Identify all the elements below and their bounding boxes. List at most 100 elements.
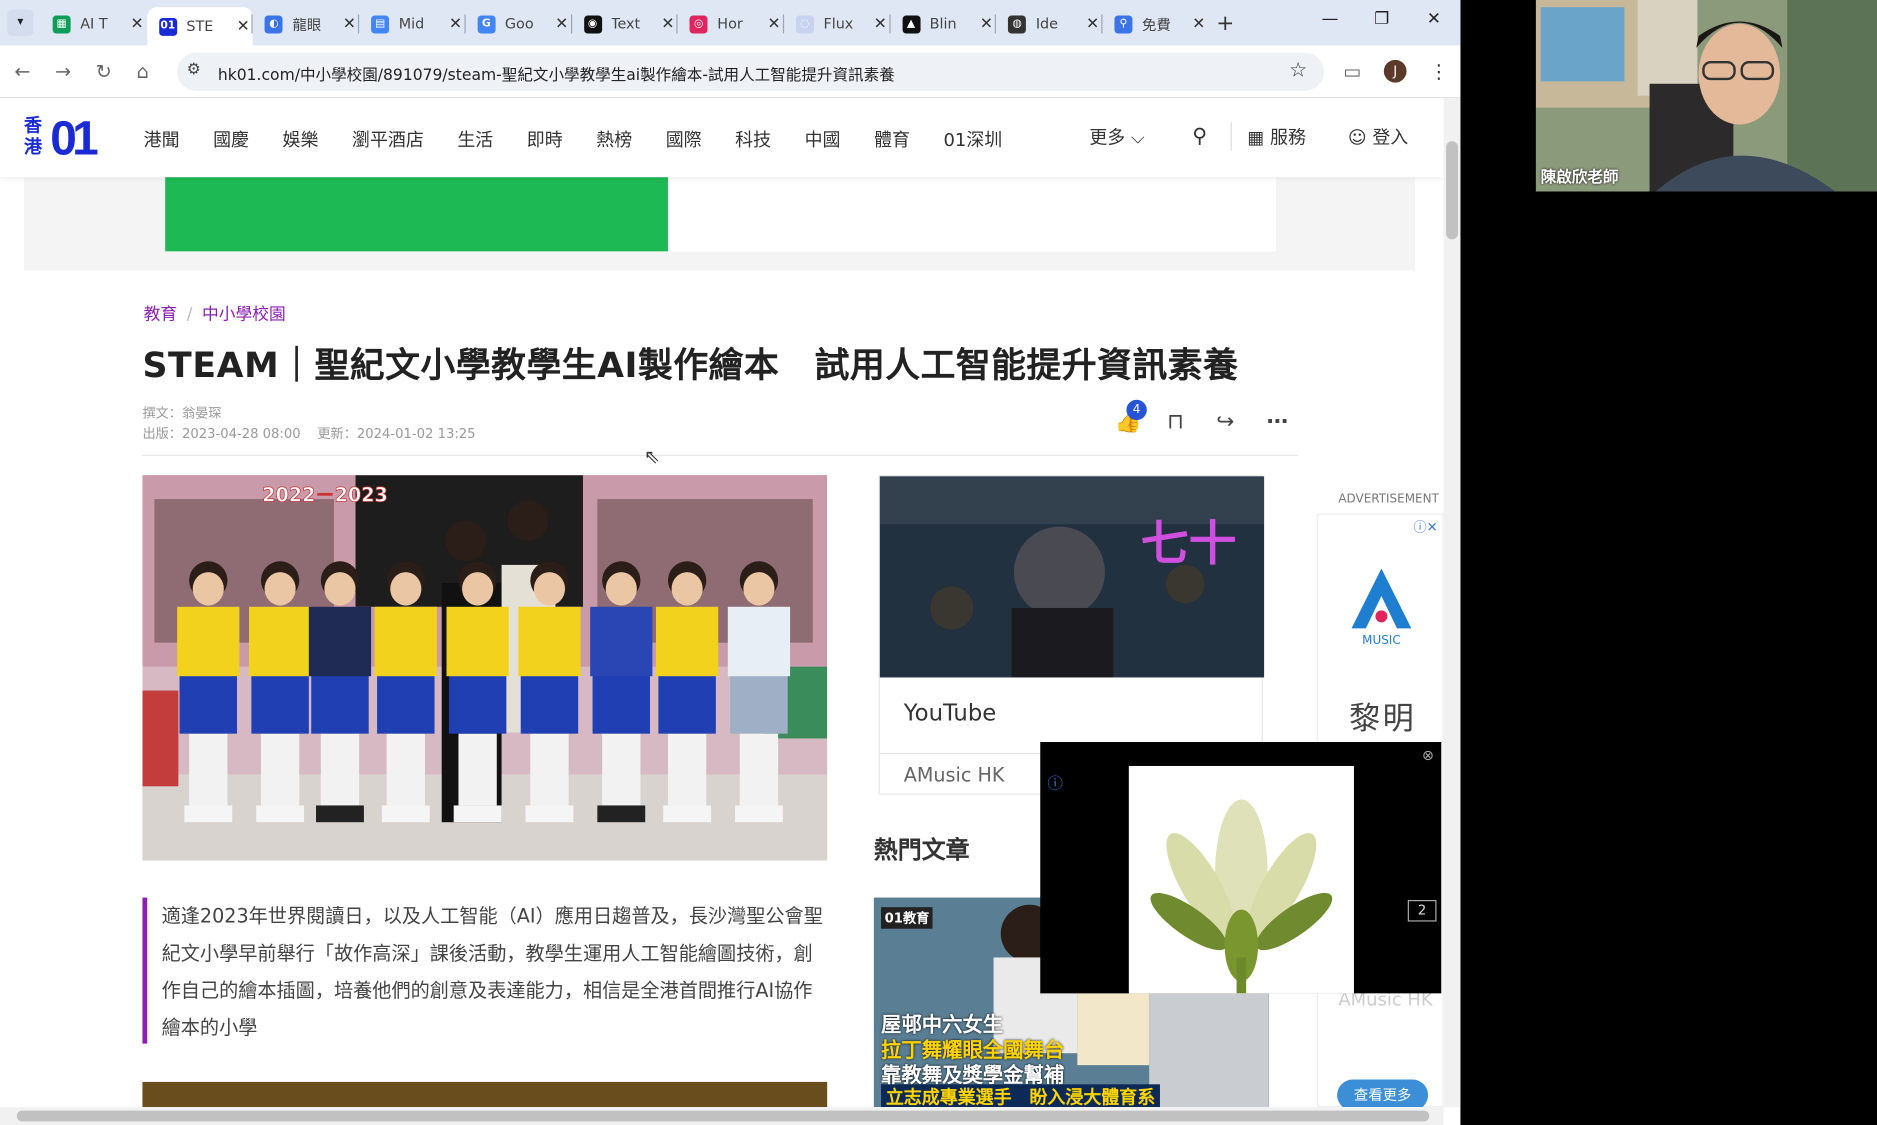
nav-item[interactable]: 科技 (735, 127, 771, 152)
site-info-icon[interactable]: ⚙ (187, 61, 201, 79)
tab-label: 免費 (1142, 16, 1171, 33)
tab-separator (676, 14, 678, 34)
browser-tab[interactable]: ▤ Mid ✕ (359, 7, 464, 41)
url-text[interactable]: hk01.com/中小學校園/891079/steam-聖紀文小學教學生ai製作… (218, 62, 895, 85)
view-more-button[interactable]: 查看更多 (1337, 1079, 1429, 1108)
tab-close-icon[interactable]: ✕ (874, 15, 887, 33)
nav-item[interactable]: 國際 (666, 127, 702, 152)
horizontal-scroll-thumb[interactable] (16, 1110, 1430, 1122)
ad-brand-text: MUSIC (1362, 633, 1401, 646)
tab-close-icon[interactable]: ✕ (130, 15, 143, 33)
nav-item[interactable]: 01深圳 (943, 127, 1002, 152)
ad-counter: 2 (1407, 900, 1437, 922)
webcam-feed (1535, 0, 1877, 192)
tab-close-icon[interactable]: ✕ (449, 15, 462, 33)
tab-close-icon[interactable]: ✕ (237, 17, 250, 35)
web-page: 香港 01 港聞 國慶 娛樂 瀏平酒店 生活 即時 熱榜 國際 科技 中國 體育 01深圳 更多 ⌵ … (0, 98, 1444, 1108)
hot-articles-title: 熱門文章 (873, 835, 970, 865)
login-link[interactable]: ☺ 登入 (1348, 124, 1408, 149)
nav-item[interactable]: 生活 (457, 127, 493, 152)
back-icon[interactable]: ← (14, 60, 30, 83)
hk01-logo[interactable]: 香港 01 (24, 113, 115, 166)
tab-close-icon[interactable]: ✕ (1192, 15, 1205, 33)
tab-close-icon[interactable]: ✕ (661, 15, 674, 33)
nav-item[interactable]: 瀏平酒店 (352, 127, 424, 152)
services-label: 服務 (1270, 126, 1306, 149)
nav-item[interactable]: 熱榜 (596, 127, 632, 152)
info-icon[interactable]: ⓘ (1047, 771, 1063, 794)
services-menu[interactable]: ▦ 服務 (1247, 124, 1306, 149)
swirl-icon: ◐ (265, 14, 283, 33)
tab-close-icon[interactable]: ✕ (1086, 15, 1099, 33)
tab-separator (995, 14, 997, 34)
menu-kebab-icon[interactable]: ⋮ (1429, 60, 1448, 83)
bookmark-icon[interactable]: ⊓ (1167, 409, 1184, 434)
tt-logo-text: 七十 (1141, 517, 1237, 572)
nav-item[interactable]: 即時 (527, 127, 563, 152)
youtube-ad-image: 七十 (879, 476, 1265, 678)
breadcrumb-education[interactable]: 教育 (144, 305, 178, 324)
browser-tab[interactable]: ◌ Flux ✕ (784, 7, 889, 41)
forward-icon[interactable]: → (55, 60, 71, 83)
more-options-icon[interactable]: ⋯ (1267, 409, 1289, 434)
breadcrumb-schools[interactable]: 中小學校園 (202, 305, 286, 324)
triangle-icon: ▲ (902, 14, 921, 33)
header-divider (142, 454, 1298, 456)
nav-item[interactable]: 國慶 (213, 127, 249, 152)
browser-window: ▾ ▦ AI T ✕ 01 STE ✕ ◐ 龍眼 ✕ ▤ Mid ✕ G Goo ✕ ◉ Text ✕ ◎ Hor ✕ ◌… (0, 0, 1461, 1125)
tab-close-icon[interactable]: ✕ (343, 15, 356, 33)
tab-strip: ▾ ▦ AI T ✕ 01 STE ✕ ◐ 龍眼 ✕ ▤ Mid ✕ G Goo ✕ ◉ Text ✕ ◎ Hor ✕ ◌… (0, 0, 1461, 46)
bookmark-star-icon[interactable]: ☆ (1289, 59, 1307, 83)
nav-item[interactable]: 中國 (805, 127, 841, 152)
hot-article-tag: 01教育 (881, 907, 933, 929)
reload-icon[interactable]: ↻ (96, 60, 112, 83)
ad-choices-icon[interactable]: ⓘ✕ (1413, 517, 1437, 536)
tab-close-icon[interactable]: ✕ (555, 15, 568, 33)
floating-video-ad[interactable]: ⓘ ⊗ 2 (1040, 742, 1442, 994)
browser-tab[interactable]: ⚲ 免費 ✕ (1103, 7, 1208, 41)
grid-icon: ▦ (1247, 126, 1265, 149)
tab-close-icon[interactable]: ✕ (980, 15, 993, 33)
mouse-cursor-icon: ⇖ (644, 445, 661, 468)
docs-icon: ▤ (371, 14, 390, 33)
new-tab-button[interactable]: + (1216, 11, 1234, 36)
vertical-scrollbar[interactable] (1443, 98, 1461, 1108)
tab-search-button[interactable]: ▾ (7, 9, 34, 36)
browser-tab[interactable]: ◉ Text ✕ (572, 7, 677, 41)
close-window-icon[interactable]: ✕ (1427, 10, 1441, 29)
profile-avatar[interactable]: J (1383, 59, 1407, 83)
search-icon[interactable]: ⚲ (1192, 124, 1207, 148)
browser-tab[interactable]: G Goo ✕ (465, 7, 570, 41)
browser-tab[interactable]: ◍ Ide ✕ (996, 7, 1101, 41)
discord-icon: ◉ (583, 14, 602, 33)
tab-close-icon[interactable]: ✕ (768, 15, 781, 33)
nav-item[interactable]: 娛樂 (283, 127, 319, 152)
browser-tab[interactable]: ◐ 龍眼 ✕ (253, 7, 358, 41)
top-ad-banner[interactable] (165, 177, 668, 252)
article-photo[interactable]: 2022－2023 (142, 475, 828, 861)
browser-tab[interactable]: ▲ Blin ✕ (890, 7, 995, 41)
nav-item[interactable]: 體育 (874, 127, 910, 152)
share-icon[interactable]: ↪ (1216, 409, 1234, 434)
vertical-scroll-thumb[interactable] (1446, 141, 1459, 240)
gallery-preview[interactable] (142, 1081, 828, 1108)
address-bar[interactable]: ⚙ hk01.com/中小學校園/891079/steam-聖紀文小學教學生ai… (177, 52, 1324, 91)
close-ad-icon[interactable]: ⊗ (1422, 747, 1434, 764)
logo-01-text: 01 (50, 112, 98, 166)
youtube-ad-channel: AMusic HK (903, 763, 1005, 787)
browser-tab[interactable]: ◎ Hor ✕ (678, 7, 783, 41)
more-menu[interactable]: 更多 ⌵ (1089, 124, 1144, 149)
cast-icon[interactable]: ▭ (1343, 60, 1361, 83)
minimize-icon[interactable]: — (1322, 10, 1339, 29)
tab-label: Text (611, 15, 641, 33)
browser-tab[interactable]: 01 STE ✕ (146, 7, 253, 46)
horizontal-scrollbar[interactable] (0, 1107, 1444, 1125)
home-icon[interactable]: ⌂ (136, 60, 148, 83)
restore-icon[interactable]: ❐ (1374, 10, 1389, 29)
browser-tab[interactable]: ▦ AI T ✕ (41, 7, 146, 41)
nav-item[interactable]: 港聞 (144, 127, 180, 152)
tab-label: 龍眼 (292, 16, 322, 33)
ad-artist-name: 黎明 (1349, 701, 1417, 738)
top-ad-blank (667, 177, 1277, 252)
tab-label: Hor (717, 15, 743, 33)
